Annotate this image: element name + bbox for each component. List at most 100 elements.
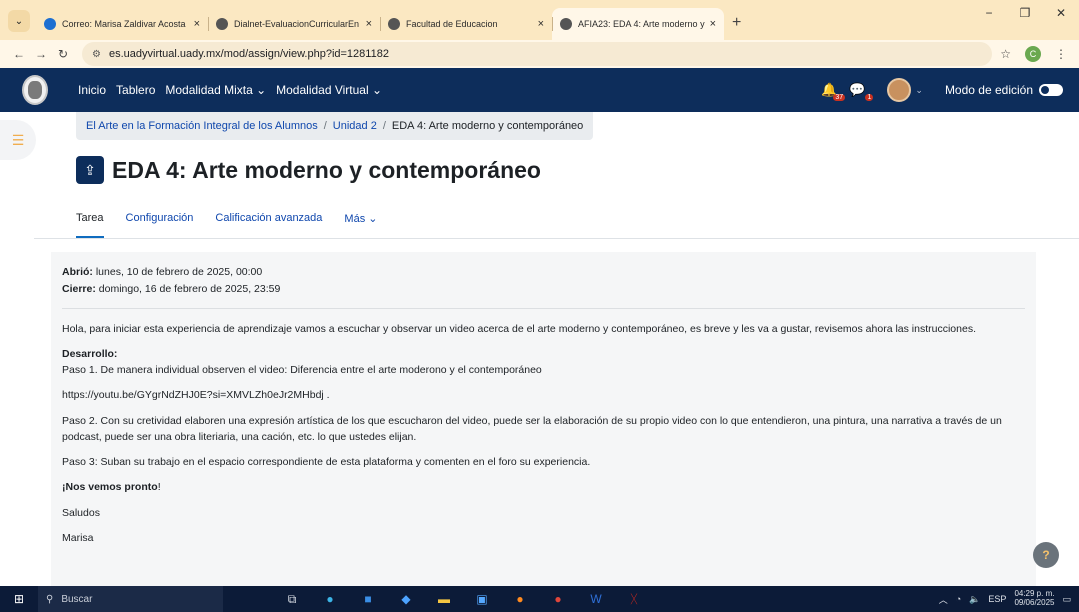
task-view-icon[interactable]: ⧉ <box>283 592 301 607</box>
closing-line: ¡Nos vemos pronto! <box>62 479 1025 495</box>
closing-bold: ¡Nos vemos pronto <box>62 481 158 494</box>
secondary-navigation: Tarea Configuración Calificación avanzad… <box>76 212 399 238</box>
assignment-description: Abrió: lunes, 10 de febrero de 2025, 00:… <box>51 252 1036 586</box>
clock-date: 09/06/2025 <box>1014 598 1055 607</box>
windows-taskbar: ⊞ ⚲ Buscar ⧉ ● ■ ◆ ▬ ▣ ● ● W ᚷ ︿ ◔ 🔈 ESP… <box>0 586 1079 612</box>
breadcrumb: El Arte en la Formación Integral de los … <box>76 112 594 140</box>
assignment-dates: Abrió: lunes, 10 de febrero de 2025, 00:… <box>62 264 1025 298</box>
network-icon[interactable]: ◔ <box>956 594 961 604</box>
close-tab-icon[interactable]: × <box>366 18 372 30</box>
tab-configuracion[interactable]: Configuración <box>126 212 194 238</box>
url-text: es.uadyvirtual.uady.mx/mod/assign/view.p… <box>108 48 389 60</box>
new-tab-button[interactable]: + <box>732 14 741 32</box>
development-section: Desarrollo: Paso 1. De manera individual… <box>62 346 1025 379</box>
step-1: Paso 1. De manera individual observen el… <box>62 364 542 377</box>
moodle-icon <box>560 18 572 30</box>
globe-icon <box>388 18 400 30</box>
tab-title: AFIA23: EDA 4: Arte moderno y <box>578 19 705 29</box>
nav-inicio[interactable]: Inicio <box>78 83 106 97</box>
browser-toolbar: ← → ↻ ⚙ es.uadyvirtual.uady.mx/mod/assig… <box>0 40 1079 68</box>
primary-navigation: Inicio Tablero Modalidad Mixta ⌄ Modalid… <box>78 83 392 97</box>
divider <box>62 307 1025 309</box>
main-content: ☰ El Arte en la Formación Integral de lo… <box>0 112 1079 586</box>
step-2: Paso 2. Con su cretividad elaboren una e… <box>62 414 1002 443</box>
nav-modalidad-virtual[interactable]: Modalidad Virtual ⌄ <box>276 83 382 97</box>
closing-end: ! <box>157 481 161 494</box>
language-indicator[interactable]: ESP <box>988 594 1006 604</box>
window-controls: − ❐ ✕ <box>971 6 1079 20</box>
volume-icon[interactable]: 🔈 <box>969 594 980 605</box>
user-avatar[interactable] <box>887 78 912 102</box>
forward-icon[interactable]: → <box>30 47 52 61</box>
video-link[interactable]: https://youtu.be/GYgrNdZHJ0E?si=XMVLZh0e… <box>62 387 1025 403</box>
browser-menu-icon[interactable]: ⋮ <box>1055 47 1067 61</box>
due-value: domingo, 16 de febrero de 2025, 23:59 <box>98 283 281 296</box>
firefox-icon[interactable]: ● <box>511 592 529 607</box>
breadcrumb-course[interactable]: El Arte en la Formación Integral de los … <box>86 120 318 132</box>
messages-count: 1 <box>865 94 874 101</box>
teams-icon[interactable]: ◆ <box>397 592 415 607</box>
profile-avatar[interactable]: C <box>1025 46 1041 62</box>
browser-tab-afia23[interactable]: AFIA23: EDA 4: Arte moderno y × <box>552 8 724 40</box>
notification-center-icon[interactable]: ▭ <box>1062 594 1071 605</box>
edit-mode-label: Modo de edición <box>944 83 1033 97</box>
photos-icon[interactable]: ▣ <box>473 592 491 607</box>
taskbar-search-label: Buscar <box>61 593 93 605</box>
tab-tarea[interactable]: Tarea <box>76 212 104 238</box>
breadcrumb-current: EDA 4: Arte moderno y contemporáneo <box>391 120 584 132</box>
nav-modalidad-mixta[interactable]: Modalidad Mixta ⌄ <box>165 83 266 97</box>
tray-expand-icon[interactable]: ︿ <box>939 593 948 606</box>
word-icon[interactable]: W <box>587 592 605 607</box>
globe-icon <box>216 18 228 30</box>
tab-calificacion-avanzada[interactable]: Calificación avanzada <box>215 212 322 238</box>
tab-title: Correo: Marisa Zaldivar Acosta <box>62 19 186 29</box>
taskbar-search[interactable]: ⚲ Buscar <box>38 586 223 612</box>
close-tab-icon[interactable]: × <box>538 18 544 30</box>
user-menu-chevron-icon[interactable]: ⌄ <box>915 85 923 96</box>
windows-start-icon[interactable]: ⊞ <box>0 592 38 606</box>
restore-icon[interactable]: ❐ <box>1007 6 1043 20</box>
close-tab-icon[interactable]: × <box>194 18 200 30</box>
help-button[interactable]: ? <box>1033 542 1059 568</box>
page-title: EDA 4: Arte moderno y contemporáneo <box>112 156 541 183</box>
back-icon[interactable]: ← <box>8 47 30 61</box>
tab-search-chevron-icon[interactable]: ⌄ <box>8 10 30 32</box>
step-3: Paso 3: Suban su trabajo en el espacio c… <box>62 456 591 469</box>
browser-tab-bar: ⌄ Correo: Marisa Zaldivar Acosta × Dialn… <box>0 0 1079 40</box>
assignment-upload-icon: ⇪ <box>76 156 104 184</box>
store-icon[interactable]: ■ <box>359 592 377 607</box>
opened-value: lunes, 10 de febrero de 2025, 00:00 <box>95 266 263 278</box>
page-header: ⇪ EDA 4: Arte moderno y contemporáneo <box>76 156 541 184</box>
minimize-icon[interactable]: − <box>971 6 1007 20</box>
search-icon: ⚲ <box>46 593 54 605</box>
university-logo[interactable] <box>22 75 48 105</box>
system-tray: ︿ ◔ 🔈 ESP 04:29 p. m. 09/06/2025 ▭ <box>939 589 1079 608</box>
intro-text: Hola, para iniciar esta experiencia de a… <box>62 322 976 335</box>
notifications-bell-icon[interactable]: 🔔 37 <box>821 82 846 101</box>
clock[interactable]: 04:29 p. m. 09/06/2025 <box>1014 589 1055 608</box>
outlook-icon <box>44 18 56 30</box>
edit-mode-toggle[interactable] <box>1039 84 1063 96</box>
browser-tab-correo[interactable]: Correo: Marisa Zaldivar Acosta × <box>36 8 208 40</box>
acrobat-icon[interactable]: ᚷ <box>625 592 643 607</box>
close-tab-icon[interactable]: × <box>710 18 716 30</box>
nav-tablero[interactable]: Tablero <box>116 83 155 97</box>
messages-icon[interactable]: 💬 1 <box>849 82 874 101</box>
reload-icon[interactable]: ↻ <box>52 47 74 61</box>
greeting: Saludos <box>62 506 100 519</box>
bookmark-star-icon[interactable]: ☆ <box>1000 47 1011 61</box>
address-bar[interactable]: ⚙ es.uadyvirtual.uady.mx/mod/assign/view… <box>82 42 993 66</box>
course-index-toggle-icon[interactable]: ☰ <box>0 120 36 160</box>
tab-mas[interactable]: Más ⌄ <box>344 212 377 238</box>
site-info-icon[interactable]: ⚙ <box>92 49 101 60</box>
signature: Marisa <box>62 531 94 544</box>
edge-icon[interactable]: ● <box>321 592 339 607</box>
site-navbar: Inicio Tablero Modalidad Mixta ⌄ Modalid… <box>0 68 1079 112</box>
close-window-icon[interactable]: ✕ <box>1043 6 1079 20</box>
browser-tab-facultad[interactable]: Facultad de Educacion × <box>380 8 552 40</box>
breadcrumb-unit[interactable]: Unidad 2 <box>333 120 377 132</box>
chrome-icon[interactable]: ● <box>549 592 567 607</box>
tab-title: Facultad de Educacion <box>406 19 498 29</box>
file-explorer-icon[interactable]: ▬ <box>435 592 453 607</box>
browser-tab-dialnet[interactable]: Dialnet-EvaluacionCurricularEn × <box>208 8 380 40</box>
